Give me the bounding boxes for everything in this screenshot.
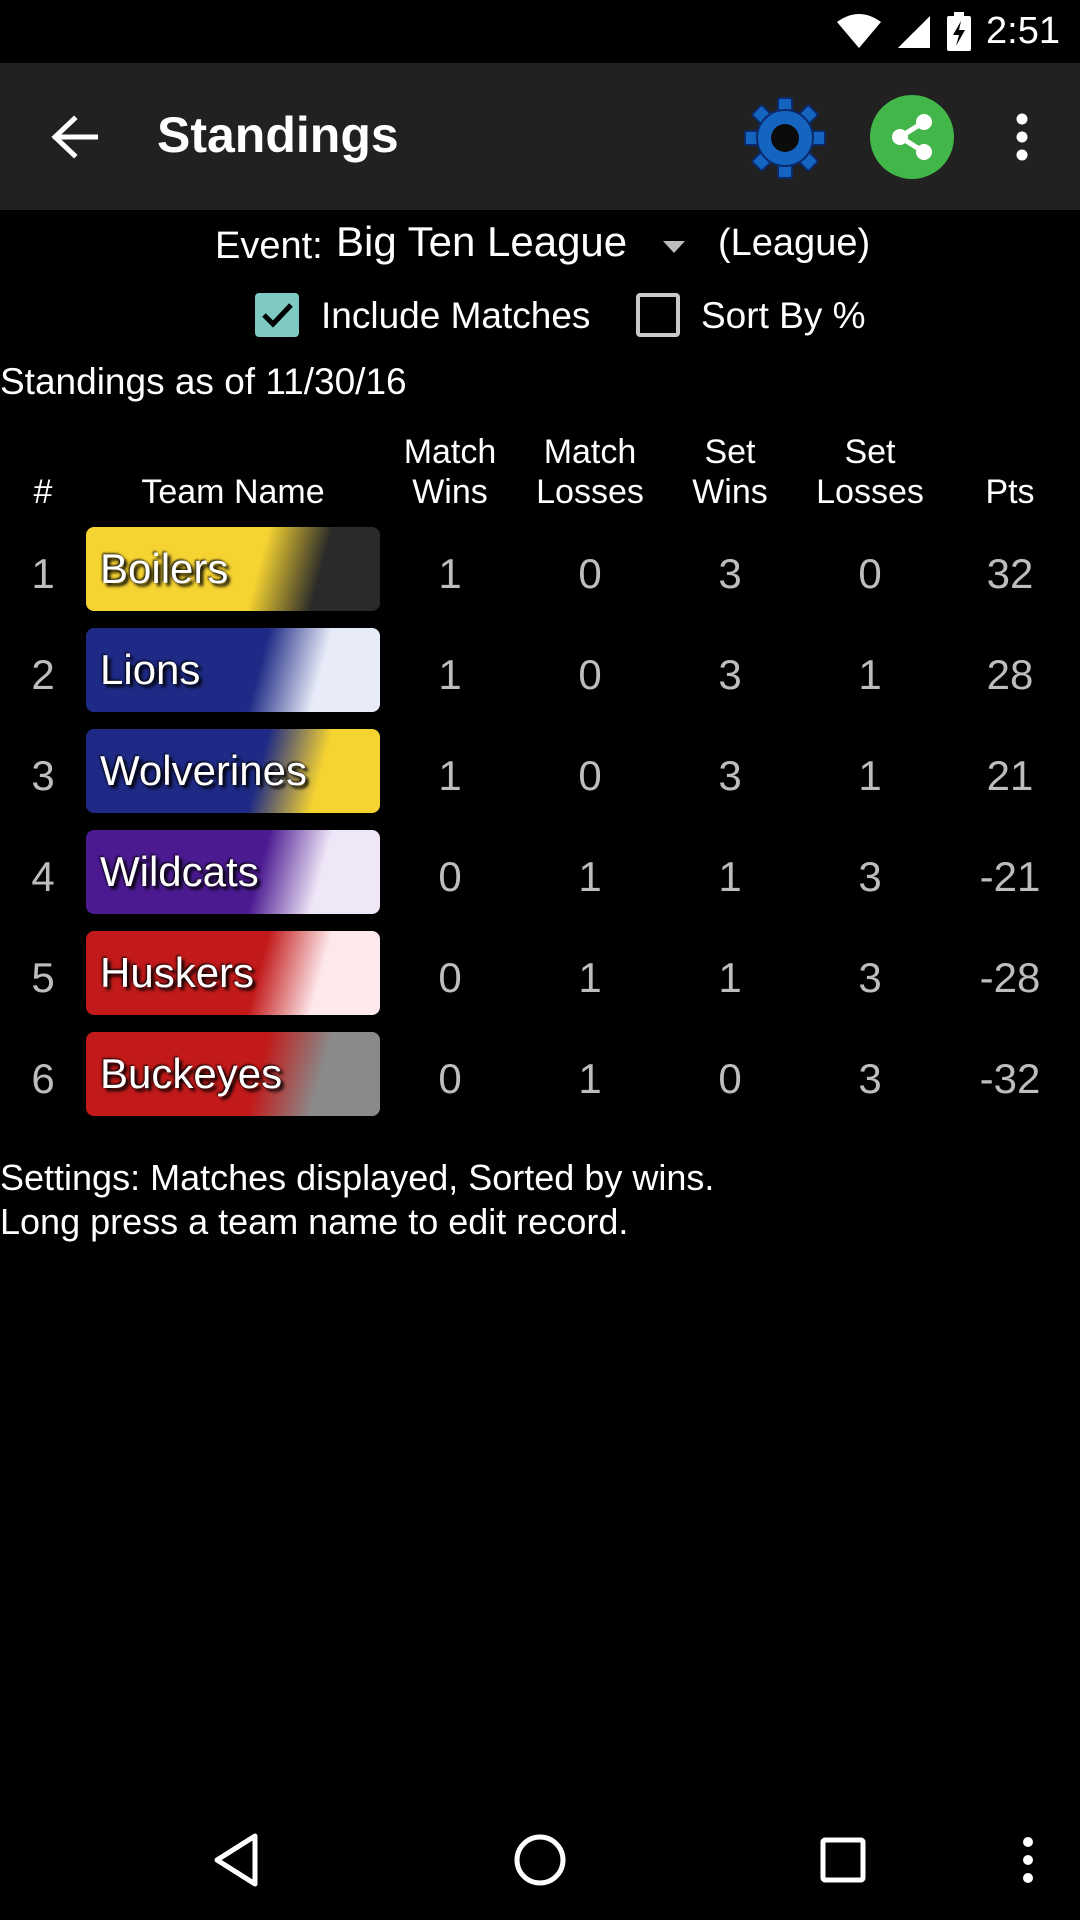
match-wins-cell: 1 xyxy=(438,550,462,597)
set-losses-cell: 3 xyxy=(858,954,882,1001)
set-wins-cell: 3 xyxy=(718,651,742,698)
pts-cell: -28 xyxy=(979,954,1041,1001)
match-losses-cell: 0 xyxy=(578,550,602,597)
header-match-wins: Match Wins xyxy=(385,432,515,512)
row-rank: 1 xyxy=(31,550,55,597)
pts-cell: -21 xyxy=(979,853,1041,900)
nav-recents-icon xyxy=(820,1837,866,1883)
header-text: Losses xyxy=(536,473,644,511)
status-bar: 2:51 xyxy=(0,0,1080,63)
pts-cell: 32 xyxy=(986,550,1034,597)
row-rank: 5 xyxy=(31,954,55,1001)
arrow-back-icon xyxy=(51,115,98,159)
header-set-losses: Set Losses xyxy=(805,432,935,512)
options-row: Include Matches Sort By % xyxy=(0,283,1080,353)
header-text: Set xyxy=(704,433,756,471)
nav-recents-button[interactable] xyxy=(803,1820,883,1900)
page-title: Standings xyxy=(157,107,399,163)
set-losses-cell: 3 xyxy=(858,853,882,900)
header-text: Losses xyxy=(816,473,924,511)
header-rank: # xyxy=(33,473,53,511)
team-name-boilers[interactable]: Boilers xyxy=(86,527,380,611)
overflow-menu-button[interactable] xyxy=(1000,99,1044,175)
header-text: Match xyxy=(403,433,497,471)
nav-back-icon xyxy=(214,1833,258,1887)
include-matches-checkbox[interactable] xyxy=(255,293,299,337)
hint-line: Long press a team name to edit record. xyxy=(0,1201,629,1242)
include-matches-label[interactable]: Include Matches xyxy=(321,295,590,337)
more-vert-icon xyxy=(1023,1837,1033,1883)
match-losses-cell: 0 xyxy=(578,752,602,799)
set-wins-cell: 3 xyxy=(718,550,742,597)
header-team-name: Team Name xyxy=(141,473,325,511)
event-select[interactable]: Big Ten League xyxy=(336,218,627,266)
wifi-icon xyxy=(837,13,882,48)
dropdown-arrow-icon[interactable] xyxy=(655,232,693,262)
row-rank: 4 xyxy=(31,853,55,900)
row-rank: 2 xyxy=(31,651,55,698)
pts-cell: 21 xyxy=(986,752,1034,799)
row-rank: 3 xyxy=(31,752,55,799)
settings-note: Settings: Matches displayed, Sorted by w… xyxy=(0,1156,714,1244)
nav-menu-button[interactable] xyxy=(1000,1820,1056,1900)
row-rank: 6 xyxy=(31,1055,55,1102)
match-wins-cell: 1 xyxy=(438,651,462,698)
set-losses-cell: 1 xyxy=(858,651,882,698)
set-wins-cell: 1 xyxy=(718,954,742,1001)
checkmark-icon xyxy=(262,303,293,328)
set-losses-cell: 1 xyxy=(858,752,882,799)
header-text: Wins xyxy=(692,473,768,511)
team-name-wildcats[interactable]: Wildcats xyxy=(86,830,380,914)
nav-home-button[interactable] xyxy=(500,1820,580,1900)
match-losses-cell: 1 xyxy=(578,1055,602,1102)
battery-icon xyxy=(947,11,972,51)
event-selector-row: Event: Big Ten League (League) xyxy=(0,210,1080,282)
status-time: 2:51 xyxy=(986,10,1060,52)
set-losses-cell: 3 xyxy=(858,1055,882,1102)
header-text: Wins xyxy=(412,473,488,511)
settings-line: Settings: Matches displayed, Sorted by w… xyxy=(0,1157,715,1198)
match-losses-cell: 0 xyxy=(578,651,602,698)
header-match-losses: Match Losses xyxy=(525,432,655,512)
match-losses-cell: 1 xyxy=(578,853,602,900)
nav-home-icon xyxy=(514,1834,566,1886)
header-text: Set xyxy=(844,433,896,471)
gear-icon xyxy=(744,97,826,179)
team-name-huskers[interactable]: Huskers xyxy=(86,931,380,1015)
team-name-wolverines[interactable]: Wolverines xyxy=(86,729,380,813)
set-wins-cell: 0 xyxy=(718,1055,742,1102)
header-pts: Pts xyxy=(985,473,1035,511)
status-icons: 2:51 xyxy=(836,0,1080,63)
back-button[interactable] xyxy=(36,99,112,175)
set-losses-cell: 0 xyxy=(858,550,882,597)
match-wins-cell: 0 xyxy=(438,1055,462,1102)
set-wins-cell: 3 xyxy=(718,752,742,799)
team-name-buckeyes[interactable]: Buckeyes xyxy=(86,1032,380,1116)
sort-by-pct-label[interactable]: Sort By % xyxy=(701,295,866,337)
header-set-wins: Set Wins xyxy=(665,432,795,512)
team-name-lions[interactable]: Lions xyxy=(86,628,380,712)
toolbar: Standings xyxy=(0,63,1080,210)
nav-back-button[interactable] xyxy=(196,1820,276,1900)
settings-button[interactable] xyxy=(740,93,830,183)
more-vert-icon xyxy=(1016,113,1028,161)
standings-date: Standings as of 11/30/16 xyxy=(0,361,407,402)
signal-icon xyxy=(898,15,931,48)
match-wins-cell: 1 xyxy=(438,752,462,799)
set-wins-cell: 1 xyxy=(718,853,742,900)
navigation-bar xyxy=(0,1800,1080,1920)
pts-cell: -32 xyxy=(979,1055,1041,1102)
event-type-label: (League) xyxy=(718,222,871,264)
match-losses-cell: 1 xyxy=(578,954,602,1001)
event-label: Event: xyxy=(215,225,323,267)
match-wins-cell: 0 xyxy=(438,954,462,1001)
sort-by-pct-checkbox[interactable] xyxy=(636,293,680,337)
share-icon xyxy=(892,114,932,160)
share-button[interactable] xyxy=(870,95,954,179)
match-wins-cell: 0 xyxy=(438,853,462,900)
pts-cell: 28 xyxy=(986,651,1034,698)
header-text: Match xyxy=(543,433,637,471)
